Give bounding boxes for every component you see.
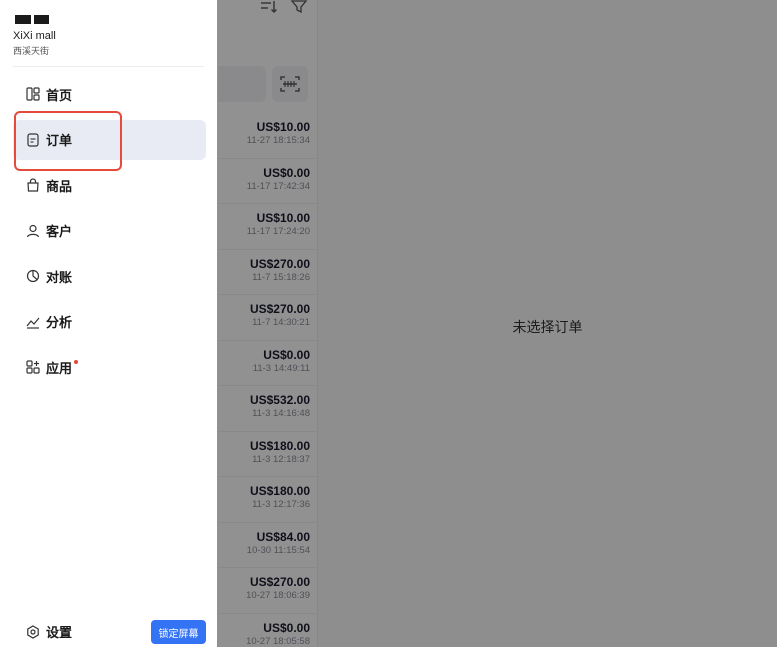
shopping-bag-icon [26,178,40,192]
user-icon [26,224,40,238]
highlight-annotation [14,111,122,171]
home-grid-icon [26,87,40,101]
store-location: 西溪天街 [13,47,50,57]
nav-item-apps[interactable]: 应用 [13,347,206,387]
store-name: XiXi mall [13,30,56,42]
settings-hexagon-icon [26,624,40,639]
nav-item-reconciliation[interactable]: 对账 [13,256,206,296]
nav-label: 对账 [46,270,73,286]
nav-item-customers[interactable]: 客户 [13,211,206,251]
settings-item[interactable]: 设置 [26,622,72,641]
notification-badge [74,360,79,364]
apps-grid-icon [26,360,40,374]
brand-logo [15,15,49,24]
nav-label: 首页 [46,88,73,104]
trend-chart-icon [26,315,40,329]
side-drawer: XiXi mall 西溪天街 首页 订单 商品 客户 对账 分析 应用 设置 锁… [0,0,217,647]
lock-screen-button[interactable]: 锁定屏幕 [151,620,206,644]
divider [13,66,204,67]
nav-label: 分析 [46,316,73,331]
nav-item-home[interactable]: 首页 [13,74,206,114]
nav-item-analytics[interactable]: 分析 [13,302,206,342]
settings-label: 设置 [46,626,73,641]
nav-item-products[interactable]: 商品 [13,165,206,205]
pie-chart-icon [26,269,40,283]
nav-label: 客户 [46,225,73,240]
nav-label: 应用 [46,361,73,377]
nav-label: 商品 [46,179,73,195]
